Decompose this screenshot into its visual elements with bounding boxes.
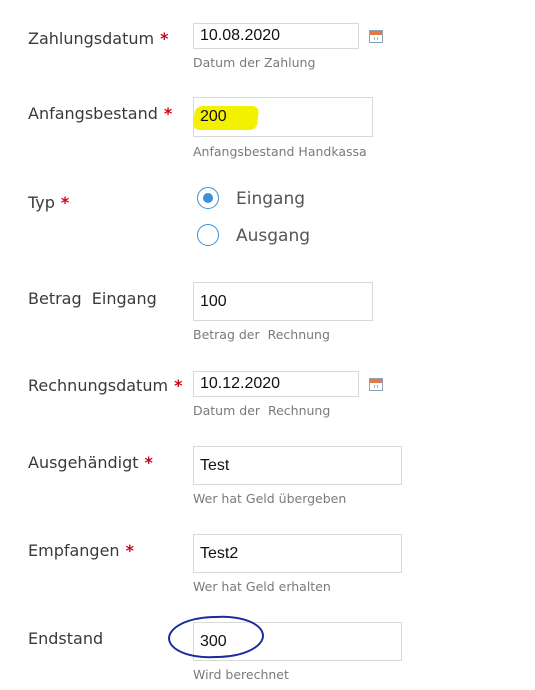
rechnungsdatum-input[interactable]: 10.12.2020 — [193, 371, 359, 397]
rechnungsdatum-label: Rechnungsdatum * — [28, 376, 182, 395]
zahlungsdatum-input[interactable]: 10.08.2020 — [193, 23, 359, 49]
calendar-icon[interactable] — [369, 30, 383, 43]
rechnungsdatum-value: 10.12.2020 — [200, 375, 281, 392]
betrag-eingang-hint: Betrag der Rechnung — [193, 327, 330, 342]
endstand-hint: Wird berechnet — [193, 667, 289, 682]
typ-label: Typ * — [28, 193, 69, 212]
empfangen-label: Empfangen * — [28, 541, 134, 560]
radio-ausgang[interactable] — [197, 224, 219, 246]
empfangen-value: Test2 — [200, 544, 239, 562]
anfangsbestand-label: Anfangsbestand * — [28, 104, 172, 123]
anfangsbestand-value: 200 — [200, 108, 227, 125]
required-marker: * — [60, 193, 70, 212]
zahlungsdatum-label-text: Zahlungsdatum — [28, 29, 155, 48]
rechnungsdatum-hint: Datum der Rechnung — [193, 403, 331, 418]
zahlungsdatum-hint: Datum der Zahlung — [193, 55, 316, 70]
empfangen-label-text: Empfangen — [28, 541, 120, 560]
required-marker: * — [163, 104, 173, 123]
required-marker: * — [174, 376, 183, 395]
ausgehaendigt-hint: Wer hat Geld übergeben — [193, 491, 347, 506]
typ-label-text: Typ — [28, 193, 55, 212]
zahlungsdatum-value: 10.08.2020 — [200, 27, 281, 44]
betrag-eingang-label: Betrag Eingang — [28, 289, 157, 308]
betrag-eingang-input[interactable]: 100 — [193, 282, 373, 321]
anfangsbestand-label-text: Anfangsbestand — [28, 104, 158, 123]
required-marker: * — [144, 453, 153, 472]
required-marker: * — [125, 541, 134, 560]
radio-ausgang-label[interactable]: Ausgang — [236, 226, 310, 246]
ausgehaendigt-value: Test — [200, 456, 230, 474]
rechnungsdatum-label-text: Rechnungsdatum — [28, 376, 169, 395]
zahlungsdatum-label: Zahlungsdatum * — [28, 29, 168, 48]
empfangen-hint: Wer hat Geld erhalten — [193, 579, 331, 594]
radio-eingang-label[interactable]: Eingang — [236, 189, 305, 209]
ausgehaendigt-label: Ausgehändigt * — [28, 453, 153, 472]
betrag-eingang-value: 100 — [200, 292, 227, 310]
radio-selected-dot — [203, 193, 213, 203]
anfangsbestand-hint: Anfangsbestand Handkassa — [193, 144, 367, 159]
radio-eingang[interactable] — [197, 187, 219, 209]
endstand-label: Endstand — [28, 629, 104, 648]
required-marker: * — [160, 29, 169, 48]
ausgehaendigt-label-text: Ausgehändigt — [28, 453, 139, 472]
ausgehaendigt-input[interactable]: Test — [193, 446, 402, 485]
empfangen-input[interactable]: Test2 — [193, 534, 402, 573]
calendar-icon[interactable] — [369, 378, 383, 391]
